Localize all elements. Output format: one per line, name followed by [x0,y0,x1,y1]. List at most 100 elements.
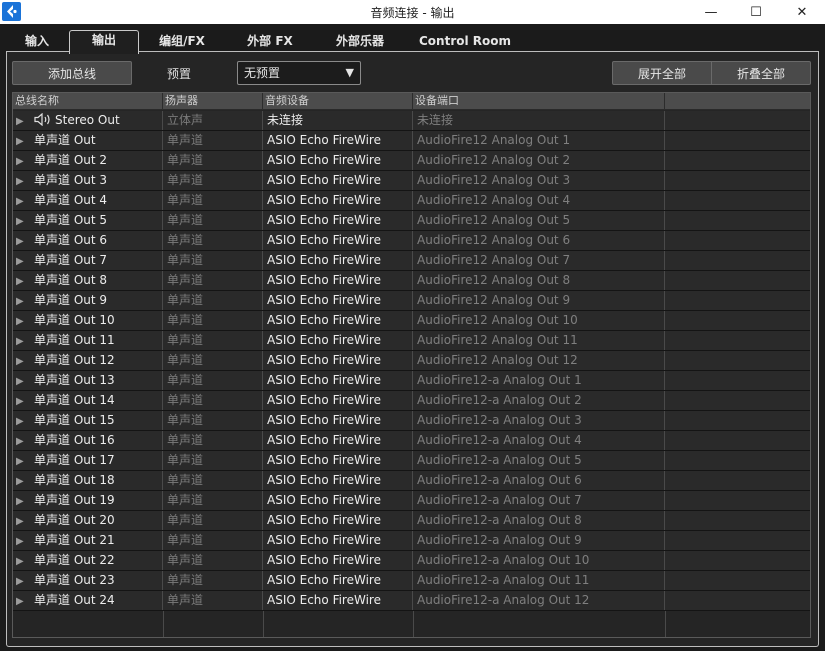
audio-device-cell[interactable]: ASIO Echo FireWire [263,251,413,270]
tab-group-fx[interactable]: 编组/FX [150,32,214,52]
speaker-cell[interactable]: 单声道 [163,311,263,330]
speaker-cell[interactable]: 单声道 [163,231,263,250]
bus-name-cell[interactable]: ▶ 单声道 Out 12 [13,351,163,370]
minimize-button[interactable]: — [688,0,734,24]
bus-name-cell[interactable]: ▶ 单声道 Out 5 [13,211,163,230]
audio-device-cell[interactable]: ASIO Echo FireWire [263,131,413,150]
device-port-cell[interactable]: AudioFire12 Analog Out 8 [413,271,665,290]
expand-triangle-icon[interactable]: ▶ [16,572,34,590]
bus-name-cell[interactable]: ▶ 单声道 Out 4 [13,191,163,210]
audio-device-cell[interactable]: ASIO Echo FireWire [263,391,413,410]
device-port-cell[interactable]: AudioFire12 Analog Out 9 [413,291,665,310]
device-port-cell[interactable]: AudioFire12-a Analog Out 3 [413,411,665,430]
audio-device-cell[interactable]: ASIO Echo FireWire [263,191,413,210]
bus-name-cell[interactable]: ▶ 单声道 Out 13 [13,371,163,390]
table-row[interactable]: ▶ 单声道 Out 4 单声道 ASIO Echo FireWire AudioFire… [13,191,810,211]
audio-device-cell[interactable]: ASIO Echo FireWire [263,591,413,610]
table-row[interactable]: ▶ 单声道 Out 6 单声道 ASIO Echo FireWire AudioFire… [13,231,810,251]
add-bus-button[interactable]: 添加总线 [12,61,132,85]
expand-triangle-icon[interactable]: ▶ [16,472,34,490]
audio-device-cell[interactable]: ASIO Echo FireWire [263,211,413,230]
bus-name-cell[interactable]: ▶ 单声道 Out 16 [13,431,163,450]
expand-triangle-icon[interactable]: ▶ [16,432,34,450]
audio-device-cell[interactable]: ASIO Echo FireWire [263,491,413,510]
close-button[interactable]: ✕ [779,0,825,24]
speaker-cell[interactable]: 单声道 [163,271,263,290]
expand-triangle-icon[interactable]: ▶ [16,172,34,190]
table-row[interactable]: ▶ 单声道 Out 8 单声道 ASIO Echo FireWire AudioFire… [13,271,810,291]
device-port-cell[interactable]: AudioFire12-a Analog Out 2 [413,391,665,410]
device-port-cell[interactable]: AudioFire12-a Analog Out 7 [413,491,665,510]
device-port-cell[interactable]: AudioFire12 Analog Out 4 [413,191,665,210]
device-port-cell[interactable]: AudioFire12 Analog Out 6 [413,231,665,250]
audio-device-cell[interactable]: ASIO Echo FireWire [263,471,413,490]
bus-name-cell[interactable]: ▶ 单声道 Out 18 [13,471,163,490]
tab-external-instruments[interactable]: 外部乐器 [322,32,398,52]
bus-name-cell[interactable]: ▶ 单声道 Out 7 [13,251,163,270]
column-header-device-port[interactable]: 设备端口 [413,93,665,110]
speaker-cell[interactable]: 单声道 [163,251,263,270]
audio-device-cell[interactable]: ASIO Echo FireWire [263,371,413,390]
table-row[interactable]: ▶ 单声道 Out 12 单声道 ASIO Echo FireWire AudioFir… [13,351,810,371]
speaker-cell[interactable]: 单声道 [163,191,263,210]
speaker-cell[interactable]: 单声道 [163,571,263,590]
bus-name-cell[interactable]: ▶ 单声道 Out 19 [13,491,163,510]
table-row[interactable]: ▶ 单声道 Out 11 单声道 ASIO Echo FireWire AudioFir… [13,331,810,351]
speaker-cell[interactable]: 立体声 [163,111,263,130]
expand-triangle-icon[interactable]: ▶ [16,532,34,550]
column-header-bus-name[interactable]: 总线名称 [13,93,163,110]
expand-triangle-icon[interactable]: ▶ [16,352,34,370]
device-port-cell[interactable]: AudioFire12-a Analog Out 6 [413,471,665,490]
expand-triangle-icon[interactable]: ▶ [16,452,34,470]
speaker-cell[interactable]: 单声道 [163,551,263,570]
bus-name-cell[interactable]: ▶ 单声道 Out 11 [13,331,163,350]
table-row[interactable]: ▶ 单声道 Out 3 单声道 ASIO Echo FireWire AudioFire… [13,171,810,191]
bus-name-cell[interactable]: ▶ Stereo Out [13,111,163,130]
bus-name-cell[interactable]: ▶ 单声道 Out 2 [13,151,163,170]
bus-name-cell[interactable]: ▶ 单声道 Out 23 [13,571,163,590]
device-port-cell[interactable]: AudioFire12-a Analog Out 1 [413,371,665,390]
bus-name-cell[interactable]: ▶ 单声道 Out 22 [13,551,163,570]
expand-triangle-icon[interactable]: ▶ [16,332,34,350]
table-row[interactable]: ▶ 单声道 Out 5 单声道 ASIO Echo FireWire AudioFire… [13,211,810,231]
bus-name-cell[interactable]: ▶ 单声道 Out 3 [13,171,163,190]
audio-device-cell[interactable]: ASIO Echo FireWire [263,431,413,450]
audio-device-cell[interactable]: ASIO Echo FireWire [263,531,413,550]
tab-external-fx[interactable]: 外部 FX [238,32,302,52]
speaker-cell[interactable]: 单声道 [163,151,263,170]
table-row[interactable]: ▶ 单声道 Out 10 单声道 ASIO Echo FireWire AudioFir… [13,311,810,331]
tab-input[interactable]: 输入 [16,32,58,52]
bus-name-cell[interactable]: ▶ 单声道 Out 14 [13,391,163,410]
device-port-cell[interactable]: AudioFire12-a Analog Out 5 [413,451,665,470]
speaker-cell[interactable]: 单声道 [163,471,263,490]
audio-device-cell[interactable]: ASIO Echo FireWire [263,571,413,590]
expand-triangle-icon[interactable]: ▶ [16,212,34,230]
table-row[interactable]: ▶ 单声道 Out 21 单声道 ASIO Echo FireWire AudioFir… [13,531,810,551]
table-row[interactable]: ▶ 单声道 Out 16 单声道 ASIO Echo FireWire AudioFir… [13,431,810,451]
bus-name-cell[interactable]: ▶ 单声道 Out 8 [13,271,163,290]
bus-name-cell[interactable]: ▶ 单声道 Out 24 [13,591,163,610]
expand-triangle-icon[interactable]: ▶ [16,152,34,170]
table-row[interactable]: ▶ 单声道 Out 14 单声道 ASIO Echo FireWire AudioFir… [13,391,810,411]
column-header-speaker[interactable]: 扬声器 [163,93,263,110]
audio-device-cell[interactable]: ASIO Echo FireWire [263,231,413,250]
device-port-cell[interactable]: AudioFire12 Analog Out 12 [413,351,665,370]
table-row[interactable]: ▶ 单声道 Out 单声道 ASIO Echo FireWire AudioFire12… [13,131,810,151]
bus-name-cell[interactable]: ▶ 单声道 Out [13,131,163,150]
device-port-cell[interactable]: AudioFire12-a Analog Out 11 [413,571,665,590]
table-row[interactable]: ▶ 单声道 Out 24 单声道 ASIO Echo FireWire AudioFir… [13,591,810,611]
expand-triangle-icon[interactable]: ▶ [16,312,34,330]
device-port-cell[interactable]: AudioFire12 Analog Out 11 [413,331,665,350]
expand-triangle-icon[interactable]: ▶ [16,412,34,430]
expand-triangle-icon[interactable]: ▶ [16,492,34,510]
expand-triangle-icon[interactable]: ▶ [16,112,34,130]
device-port-cell[interactable]: AudioFire12 Analog Out 2 [413,151,665,170]
speaker-cell[interactable]: 单声道 [163,171,263,190]
tab-output[interactable]: 输出 [69,30,139,54]
speaker-cell[interactable]: 单声道 [163,411,263,430]
table-row[interactable]: ▶ 单声道 Out 18 单声道 ASIO Echo FireWire AudioFir… [13,471,810,491]
device-port-cell[interactable]: AudioFire12-a Analog Out 9 [413,531,665,550]
audio-device-cell[interactable]: ASIO Echo FireWire [263,311,413,330]
audio-device-cell[interactable]: ASIO Echo FireWire [263,351,413,370]
expand-triangle-icon[interactable]: ▶ [16,192,34,210]
